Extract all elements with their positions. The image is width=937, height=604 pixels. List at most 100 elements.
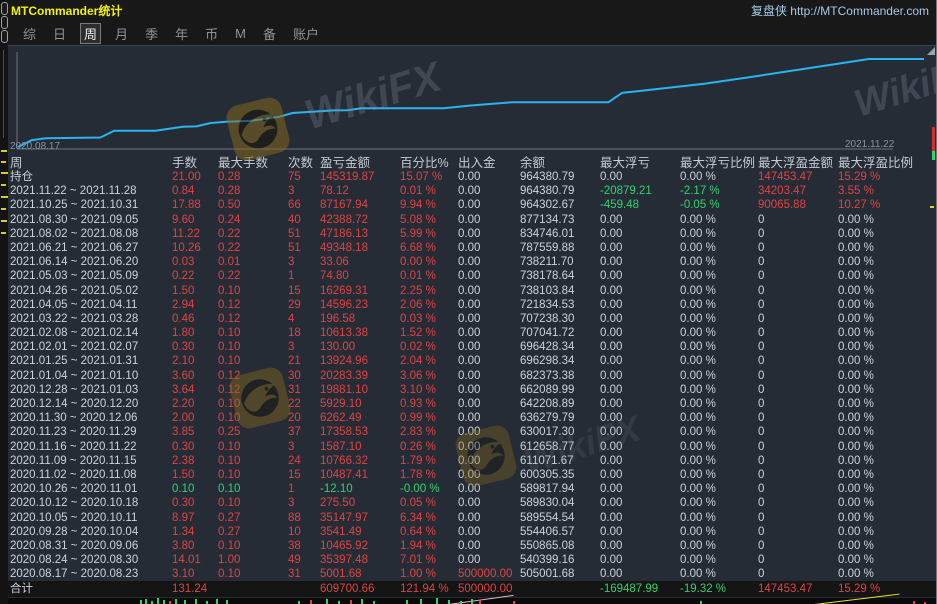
value-cell: 147453.47 [758, 170, 838, 184]
period-cell: 2020.08.31 ~ 2020.09.06 [10, 539, 172, 553]
table-row[interactable]: 2021.06.21 ~ 2021.06.2710.260.225149348.… [8, 241, 937, 255]
table-row[interactable]: 2021.08.30 ~ 2021.09.059.600.244042388.7… [8, 213, 937, 227]
tab-综[interactable]: 综 [20, 23, 39, 44]
value-cell: 0.28 [218, 184, 288, 198]
value-cell: 3.06 % [400, 369, 458, 383]
value-cell: 49 [288, 553, 320, 567]
value-cell: 2.04 % [400, 354, 458, 368]
table-row[interactable]: 2020.08.31 ~ 2020.09.063.800.103810465.9… [8, 539, 937, 553]
value-cell: 0.00 % [838, 397, 937, 411]
table-row[interactable]: 2021.02.01 ~ 2021.02.070.300.103130.000.… [8, 340, 937, 354]
tab-币[interactable]: 币 [202, 23, 221, 44]
tab-账户[interactable]: 账户 [290, 23, 322, 44]
value-cell: 0.02 % [400, 340, 458, 354]
period-cell: 2021.08.30 ~ 2021.09.05 [10, 213, 172, 227]
value-cell: 0.00 [458, 468, 520, 482]
value-cell: 0.10 [172, 482, 218, 496]
table-row[interactable]: 2021.03.22 ~ 2021.03.280.460.124196.580.… [8, 312, 937, 326]
value-cell: 0.00 [458, 269, 520, 283]
table-row[interactable]: 2021.02.08 ~ 2021.02.141.800.101810613.3… [8, 326, 937, 340]
table-row[interactable]: 2020.12.28 ~ 2021.01.033.640.123119881.1… [8, 383, 937, 397]
tab-备[interactable]: 备 [260, 23, 279, 44]
table-row[interactable]: 2021.04.05 ~ 2021.04.112.940.122914596.2… [8, 298, 937, 312]
tab-季[interactable]: 季 [142, 23, 161, 44]
table-row[interactable]: 2021.11.22 ~ 2021.11.280.840.28378.120.0… [8, 184, 937, 198]
table-row[interactable]: 2021.04.26 ~ 2021.05.021.500.101516269.3… [8, 284, 937, 298]
value-cell: 0.00 % [838, 340, 937, 354]
value-cell: 0.00 % [838, 369, 937, 383]
background-candle-tick [145, 599, 147, 604]
value-cell: 0.10 [218, 354, 288, 368]
value-cell: 31 [288, 567, 320, 581]
value-cell: 0 [758, 326, 838, 340]
table-row[interactable]: 2021.06.14 ~ 2021.06.200.030.01333.060.0… [8, 255, 937, 269]
value-cell: 0.00 % [838, 213, 937, 227]
value-cell: 1.34 [172, 525, 218, 539]
table-row[interactable]: 2020.11.30 ~ 2020.12.062.000.10206262.49… [8, 411, 937, 425]
value-cell: 29 [288, 298, 320, 312]
period-cell: 2020.11.02 ~ 2020.11.08 [10, 468, 172, 482]
value-cell: -459.48 [600, 198, 680, 212]
value-cell [288, 581, 320, 597]
value-cell [520, 581, 600, 597]
value-cell: 0.00 % [838, 241, 937, 255]
value-cell: 0.22 [172, 269, 218, 283]
table-row[interactable]: 2020.11.23 ~ 2020.11.293.850.253717358.5… [8, 425, 937, 439]
table-row[interactable]: 2020.08.17 ~ 2020.08.233.100.10315001.68… [8, 567, 937, 581]
value-cell: 0.10 [218, 340, 288, 354]
value-cell: 0.00 % [680, 440, 758, 454]
period-cell: 2021.03.22 ~ 2021.03.28 [10, 312, 172, 326]
value-cell: 0 [758, 227, 838, 241]
table-row[interactable]: 持仓21.000.2875145319.8715.07 %0.00964380.… [8, 170, 937, 184]
value-cell: 0.00 % [838, 567, 937, 581]
value-cell: 738178.64 [520, 269, 600, 283]
table-row[interactable]: 2021.10.25 ~ 2021.10.3117.880.506687167.… [8, 198, 937, 212]
value-cell: 0.00 % [680, 539, 758, 553]
value-cell: 121.94 % [400, 581, 458, 597]
value-cell: 0.00 [458, 482, 520, 496]
value-cell: 3 [288, 340, 320, 354]
value-cell: 66 [288, 198, 320, 212]
table-row[interactable]: 2021.08.02 ~ 2021.08.0811.220.225147186.… [8, 227, 937, 241]
balance-line-series [18, 59, 924, 147]
value-cell: 0.00 [458, 213, 520, 227]
tab-M[interactable]: M [232, 25, 249, 42]
value-cell: 611071.67 [520, 454, 600, 468]
table-row[interactable]: 2020.09.28 ~ 2020.10.041.340.27103541.49… [8, 525, 937, 539]
value-cell: 11.22 [172, 227, 218, 241]
table-row[interactable]: 2021.01.25 ~ 2021.01.312.100.102113924.9… [8, 354, 937, 368]
total-row[interactable]: 合计131.24609700.66121.94 %500000.00-16948… [8, 581, 937, 597]
value-cell: 0 [758, 525, 838, 539]
tab-日[interactable]: 日 [50, 23, 69, 44]
background-candle-tick [479, 600, 481, 604]
table-row[interactable]: 2020.11.16 ~ 2020.11.220.300.1031587.100… [8, 440, 937, 454]
background-candle-tick [420, 599, 422, 604]
value-cell: 0.01 [218, 255, 288, 269]
value-cell: 0.00 % [680, 411, 758, 425]
tab-年[interactable]: 年 [172, 23, 191, 44]
value-cell: 51 [288, 241, 320, 255]
value-cell: 0.00 [458, 340, 520, 354]
tab-月[interactable]: 月 [112, 23, 131, 44]
table-row[interactable]: 2021.01.04 ~ 2021.01.103.600.123020283.3… [8, 369, 937, 383]
table-row[interactable]: 2020.12.14 ~ 2020.12.202.200.10225929.10… [8, 397, 937, 411]
table-row[interactable]: 2020.10.26 ~ 2020.11.010.100.101-12.10-0… [8, 482, 937, 496]
value-cell: 0.00 [458, 440, 520, 454]
table-row[interactable]: 2020.11.02 ~ 2020.11.081.500.101510487.4… [8, 468, 937, 482]
period-cell: 2021.11.22 ~ 2021.11.28 [10, 184, 172, 198]
table-row[interactable]: 2020.10.12 ~ 2020.10.180.300.103275.500.… [8, 496, 937, 510]
tab-周[interactable]: 周 [80, 23, 101, 44]
value-cell: -0.05 % [680, 198, 758, 212]
value-cell: 1587.10 [320, 440, 400, 454]
column-header: 百分比% [400, 152, 458, 171]
background-axis-fragment [3, 50, 4, 138]
brand-link[interactable]: 复盘侠 http://MTCommander.com [751, 2, 929, 19]
column-header: 出入金 [458, 152, 520, 171]
value-cell: 15 [288, 284, 320, 298]
resize-grip-icon[interactable] [927, 47, 935, 55]
table-row[interactable]: 2020.10.05 ~ 2020.10.118.970.278835147.9… [8, 511, 937, 525]
table-row[interactable]: 2020.08.24 ~ 2020.08.3014.011.004935397.… [8, 553, 937, 567]
value-cell: 275.50 [320, 496, 400, 510]
table-row[interactable]: 2020.11.09 ~ 2020.11.152.380.102410766.3… [8, 454, 937, 468]
table-row[interactable]: 2021.05.03 ~ 2021.05.090.220.22174.800.0… [8, 269, 937, 283]
